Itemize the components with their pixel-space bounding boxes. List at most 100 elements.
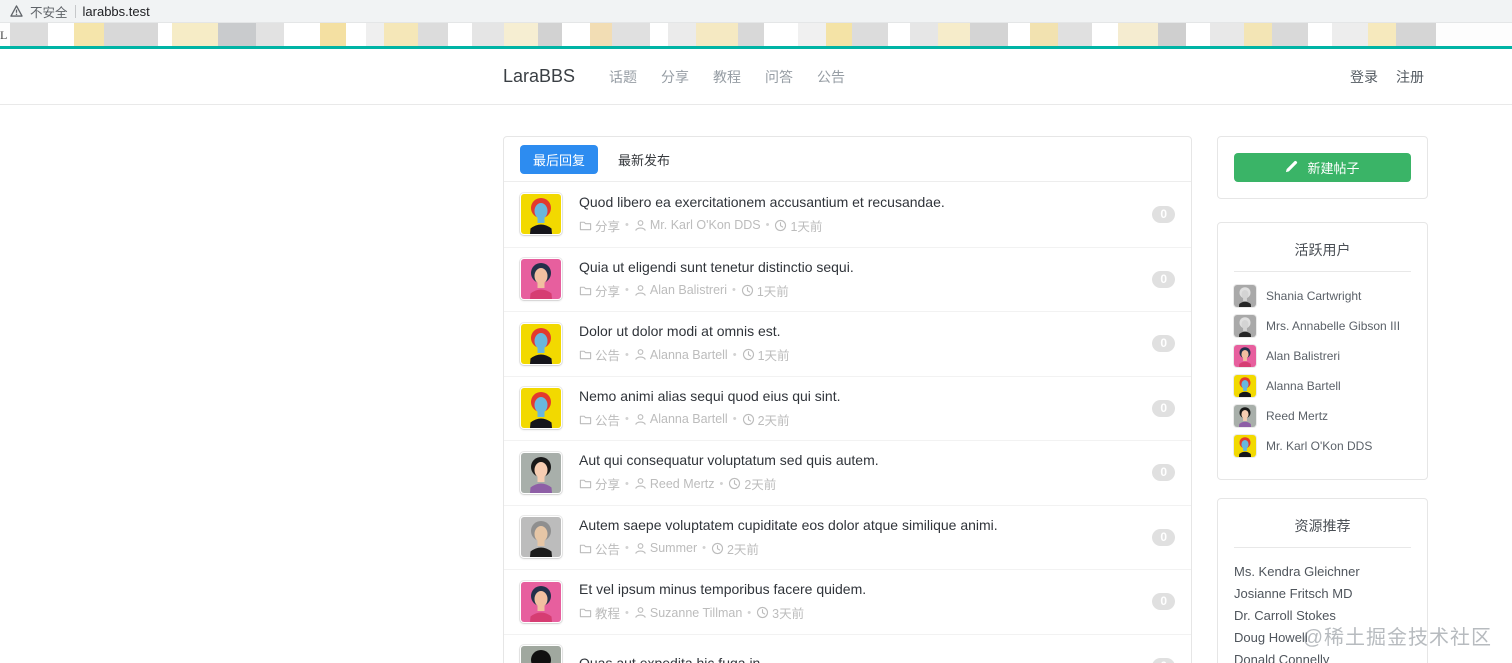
topic-author-link[interactable]: Reed Mertz (650, 477, 715, 491)
active-user-item[interactable]: Mr. Karl O'Kon DDS (1234, 435, 1411, 457)
topic-row[interactable]: Quas aut expedita hic fuga in.0 (504, 633, 1191, 663)
topic-row[interactable]: Quia ut eligendi sunt tenetur distinctio… (504, 246, 1191, 312)
topic-category-link[interactable]: 分享 (595, 474, 620, 493)
meta-dot: • (719, 477, 724, 490)
sidebar: 新建帖子 活跃用户 Shania Cartwright Mrs. Annabel… (1217, 136, 1428, 663)
bookmark-chip (1030, 23, 1058, 46)
bookmark-chip (158, 23, 172, 46)
active-user-item[interactable]: Reed Mertz (1234, 405, 1411, 427)
auth-link-2[interactable]: 注册 (1387, 67, 1433, 87)
topic-category-link[interactable]: 教程 (595, 603, 620, 622)
topic-row[interactable]: Autem saepe voluptatem cupiditate eos do… (504, 504, 1191, 570)
topic-author-avatar[interactable] (520, 193, 562, 236)
topic-meta: 分享 • Mr. Karl O'Kon DDS • 1天前 (579, 216, 1152, 235)
topic-author-link[interactable]: Alanna Bartell (650, 348, 728, 362)
new-post-button[interactable]: 新建帖子 (1234, 153, 1411, 182)
active-user-item[interactable]: Alan Balistreri (1234, 345, 1411, 367)
topic-author-avatar[interactable] (520, 322, 562, 365)
reply-count-badge: 0 (1152, 528, 1175, 546)
recommended-link[interactable]: Donald Connelly (1234, 649, 1411, 663)
topic-row[interactable]: Et vel ipsum minus temporibus facere qui… (504, 569, 1191, 634)
topic-author-link[interactable]: Alanna Bartell (650, 412, 728, 426)
topic-row[interactable]: Nemo animi alias sequi quod eius qui sin… (504, 375, 1191, 441)
topic-info: Nemo animi alias sequi quod eius qui sin… (579, 388, 1152, 429)
topic-author-avatar[interactable] (520, 258, 562, 301)
active-user-item[interactable]: Mrs. Annabelle Gibson III (1234, 315, 1411, 337)
topic-author-link[interactable]: Suzanne Tillman (650, 606, 742, 620)
bookmark-chip (1396, 23, 1436, 46)
topic-author-link[interactable]: Summer (650, 541, 697, 555)
topic-row[interactable]: Aut qui consequatur voluptatum sed quis … (504, 440, 1191, 505)
active-user-item[interactable]: Alanna Bartell (1234, 375, 1411, 397)
recommended-card: 资源推荐 Ms. Kendra Gleichner Josianne Fritsc… (1217, 498, 1428, 663)
user-name: Reed Mertz (1266, 409, 1329, 423)
clock-icon (711, 542, 724, 555)
topic-author-link[interactable]: Mr. Karl O'Kon DDS (650, 218, 761, 232)
recommended-link[interactable]: Doug Howell (1234, 627, 1411, 649)
tab-recent[interactable]: 最新发布 (610, 145, 678, 174)
topic-author-avatar[interactable] (520, 387, 562, 430)
clock-icon (728, 477, 741, 490)
meta-dot: • (732, 284, 736, 297)
topic-category-link[interactable]: 分享 (595, 281, 620, 300)
recommended-list: Ms. Kendra Gleichner Josianne Fritsch MD D… (1234, 561, 1411, 663)
user-avatar (1234, 315, 1256, 337)
topic-author-avatar[interactable] (520, 645, 562, 663)
topic-author-avatar[interactable] (520, 516, 562, 559)
topic-title[interactable]: Et vel ipsum minus temporibus facere qui… (579, 581, 1152, 597)
topic-title[interactable]: Aut qui consequatur voluptatum sed quis … (579, 452, 1152, 468)
user-avatar (1234, 435, 1256, 457)
topic-title[interactable]: Dolor ut dolor modi at omnis est. (579, 323, 1152, 339)
nav-item-3[interactable]: 教程 (701, 67, 753, 87)
browser-address-bar[interactable]: 不安全 larabbs.test (0, 0, 1512, 23)
bookmark-chip (612, 23, 650, 46)
nav-item-2[interactable]: 分享 (649, 67, 701, 87)
topic-category-link[interactable]: 分享 (595, 216, 620, 235)
recommended-link[interactable]: Ms. Kendra Gleichner (1234, 561, 1411, 583)
nav-item-4[interactable]: 问答 (753, 67, 805, 87)
user-avatar (1234, 405, 1256, 427)
topic-title[interactable]: Quas aut expedita hic fuga in. (579, 655, 1152, 663)
nav-item-5[interactable]: 公告 (805, 67, 857, 87)
bookmark-chip (1272, 23, 1308, 46)
topic-category-link[interactable]: 公告 (595, 539, 620, 558)
bookmark-chip (938, 23, 970, 46)
meta-dot: • (625, 284, 629, 297)
bookmark-chip (970, 23, 1008, 46)
auth-link-1[interactable]: 登录 (1341, 67, 1387, 87)
topic-row[interactable]: Dolor ut dolor modi at omnis est. 公告 • Alan… (504, 311, 1191, 376)
clock-icon (774, 219, 787, 232)
meta-dot: • (625, 542, 629, 555)
new-post-label: 新建帖子 (1307, 161, 1360, 176)
recommended-link[interactable]: Dr. Carroll Stokes (1234, 605, 1411, 627)
brand-logo[interactable]: LaraBBS (503, 66, 575, 87)
bookmark-chip (10, 23, 48, 46)
tab-last-replied[interactable]: 最后回复 (520, 144, 599, 174)
bookmark-chip (1308, 23, 1332, 46)
topic-title[interactable]: Quia ut eligendi sunt tenetur distinctio… (579, 259, 1152, 275)
main-content: 最后回复 最新发布 Quod libero ea exercitationem … (503, 105, 1433, 663)
topic-author-link[interactable]: Alan Balistreri (650, 283, 727, 297)
topic-author-avatar[interactable] (520, 451, 562, 494)
topic-title[interactable]: Nemo animi alias sequi quod eius qui sin… (579, 388, 1152, 404)
bookmark-chip (1118, 23, 1158, 46)
topic-row[interactable]: Quod libero ea exercitationem accusantiu… (504, 182, 1191, 247)
bookmark-chip (366, 23, 384, 46)
bookmark-chip (668, 23, 696, 46)
topic-category-link[interactable]: 公告 (595, 345, 620, 364)
bookmark-chip (1186, 23, 1210, 46)
topic-time: 1天前 (790, 219, 823, 234)
topic-category-link[interactable]: 公告 (595, 410, 620, 429)
bookmark-chip (346, 23, 366, 46)
topic-info: Et vel ipsum minus temporibus facere qui… (579, 581, 1152, 622)
bookmark-chip (650, 23, 668, 46)
active-user-item[interactable]: Shania Cartwright (1234, 285, 1411, 307)
topic-info: Autem saepe voluptatem cupiditate eos do… (579, 517, 1152, 558)
nav-item-1[interactable]: 话题 (597, 67, 649, 87)
url-text[interactable]: larabbs.test (83, 4, 150, 19)
bookmark-chip (1368, 23, 1396, 46)
topic-title[interactable]: Autem saepe voluptatem cupiditate eos do… (579, 517, 1152, 533)
recommended-link[interactable]: Josianne Fritsch MD (1234, 583, 1411, 605)
topic-author-avatar[interactable] (520, 580, 562, 623)
topic-title[interactable]: Quod libero ea exercitationem accusantiu… (579, 194, 1152, 210)
